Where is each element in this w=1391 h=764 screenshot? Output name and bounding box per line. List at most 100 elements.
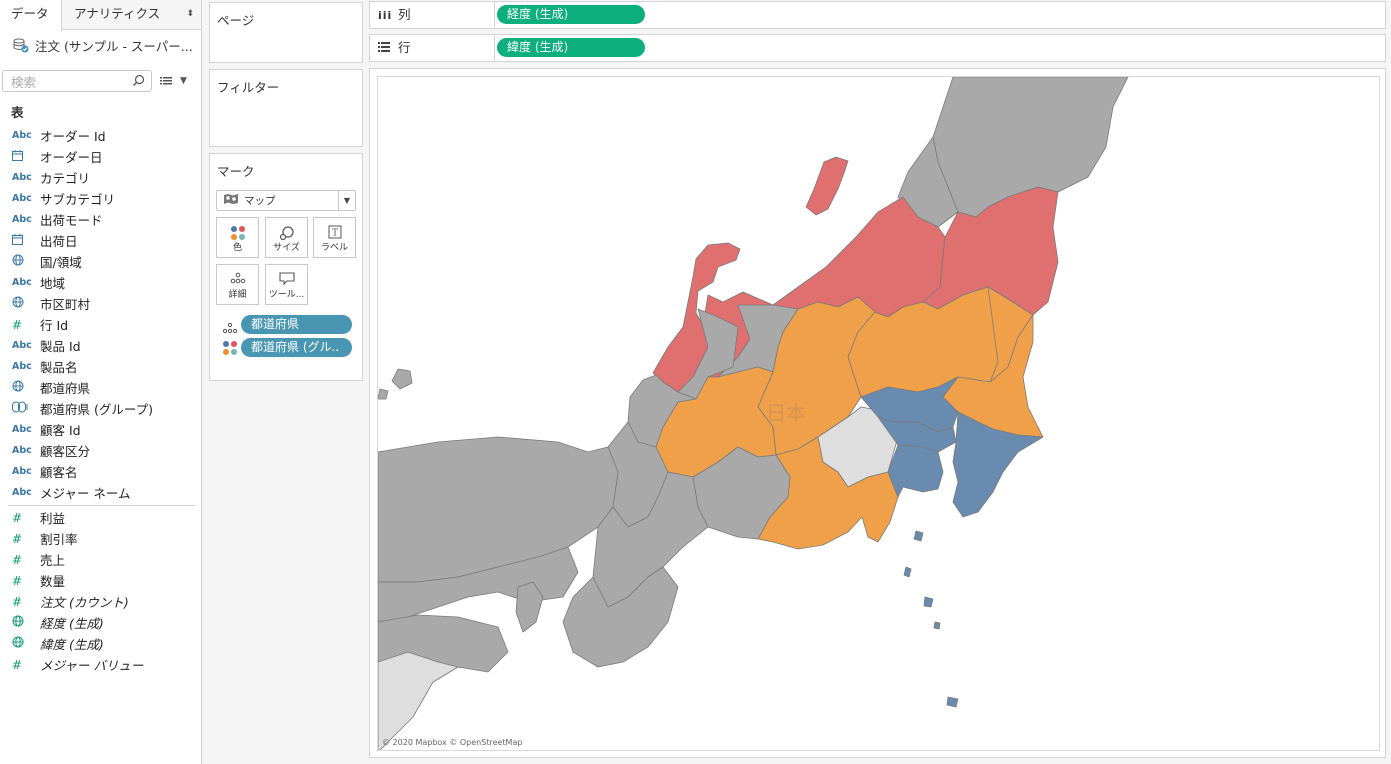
- datasource-name: 注文 (サンプル - スーパー...: [35, 38, 193, 54]
- detail-pill-prefecture[interactable]: 都道府県: [241, 315, 352, 334]
- tab-analytics-label: アナリティクス: [74, 6, 161, 21]
- updown-icon[interactable]: ⬍: [186, 0, 194, 28]
- string-type-icon: Abc: [12, 466, 32, 477]
- chevron-down-icon: ▼: [338, 191, 355, 210]
- string-type-icon: Abc: [12, 130, 32, 141]
- field-item[interactable]: # 注文 (カウント): [0, 591, 201, 612]
- field-item[interactable]: Abc カテゴリ: [0, 167, 201, 188]
- number-type-icon: #: [12, 552, 23, 567]
- field-item[interactable]: 緯度 (生成): [0, 633, 201, 654]
- tab-data[interactable]: データ: [0, 0, 62, 31]
- field-item[interactable]: Abc 出荷モード: [0, 209, 201, 230]
- string-type-icon: Abc: [12, 214, 32, 225]
- number-type-icon: #: [12, 531, 23, 546]
- viz-frame: 日本 © 2020 Mapbox © OpenStreetMap: [369, 68, 1386, 758]
- size-button[interactable]: サイズ: [265, 217, 308, 258]
- field-item[interactable]: # メジャー バリュー: [0, 654, 201, 675]
- field-name: 利益: [40, 511, 66, 526]
- number-type-icon: #: [12, 657, 23, 672]
- string-type-icon: Abc: [12, 277, 32, 288]
- field-name: 注文 (カウント): [40, 595, 129, 610]
- region-shikoku-light: [378, 651, 459, 750]
- label-button[interactable]: T ラベル: [313, 217, 356, 258]
- field-item[interactable]: Abc 顧客区分: [0, 440, 201, 461]
- field-item[interactable]: Abc 製品名: [0, 356, 201, 377]
- field-item[interactable]: # 数量: [0, 570, 201, 591]
- field-item[interactable]: # 割引率: [0, 528, 201, 549]
- field-item[interactable]: # 売上: [0, 549, 201, 570]
- string-type-icon: Abc: [12, 361, 32, 372]
- field-item[interactable]: # 行 Id: [0, 314, 201, 335]
- field-item[interactable]: 経度 (生成): [0, 612, 201, 633]
- rows-shelf[interactable]: 行 緯度 (生成): [369, 34, 1386, 62]
- filters-card[interactable]: フィルター: [209, 69, 363, 147]
- field-item[interactable]: # 利益: [0, 507, 201, 528]
- color-button[interactable]: 色: [216, 217, 259, 258]
- globe-icon: [12, 254, 34, 269]
- field-name: 顧客区分: [40, 444, 91, 459]
- string-type-icon: Abc: [12, 424, 32, 435]
- field-item[interactable]: Abc 地域: [0, 272, 201, 293]
- tooltip-button[interactable]: ツール...: [265, 264, 308, 305]
- search-row: 検索 ▼: [0, 70, 201, 92]
- filters-title: フィルター: [217, 80, 280, 95]
- field-item[interactable]: 都道府県: [0, 377, 201, 398]
- list-view-icon[interactable]: [158, 73, 174, 89]
- detail-icon: [222, 322, 238, 337]
- map-view[interactable]: 日本 © 2020 Mapbox © OpenStreetMap: [377, 76, 1380, 751]
- field-name: メジャー ネーム: [40, 486, 131, 501]
- calendar-icon: [12, 233, 34, 248]
- columns-shelf[interactable]: iii 列 経度 (生成): [369, 1, 1386, 29]
- tab-analytics[interactable]: アナリティクス ⬍: [62, 0, 201, 30]
- chevron-down-icon[interactable]: ▼: [180, 76, 187, 86]
- field-name: オーダー日: [40, 150, 103, 165]
- detail-button[interactable]: 詳細: [216, 264, 259, 305]
- measures-divider: [8, 505, 195, 506]
- field-item[interactable]: Abc 製品 Id: [0, 335, 201, 356]
- globe-icon: [12, 296, 34, 311]
- field-item[interactable]: Abc オーダー Id: [0, 125, 201, 146]
- field-item[interactable]: オーダー日: [0, 146, 201, 167]
- field-item[interactable]: 国/領域: [0, 251, 201, 272]
- field-item[interactable]: Abc サブカテゴリ: [0, 188, 201, 209]
- search-placeholder: 検索: [11, 74, 37, 90]
- field-item[interactable]: Abc 顧客 Id: [0, 419, 201, 440]
- field-item[interactable]: Abc メジャー ネーム: [0, 482, 201, 503]
- tooltip-icon: [278, 272, 295, 289]
- columns-label: 列: [397, 7, 411, 22]
- field-item[interactable]: 都道府県 (グループ): [0, 398, 201, 419]
- field-item[interactable]: Abc 顧客名: [0, 461, 201, 482]
- color-icon: [230, 225, 246, 244]
- field-item[interactable]: 市区町村: [0, 293, 201, 314]
- field-item[interactable]: 出荷日: [0, 230, 201, 251]
- island-izu-3: [923, 596, 934, 608]
- map-canvas[interactable]: [378, 77, 1380, 751]
- globe-icon: [12, 636, 34, 651]
- rows-pill-latitude[interactable]: 緯度 (生成): [497, 38, 645, 57]
- region-red-sado: [805, 156, 849, 216]
- string-type-icon: Abc: [12, 193, 32, 204]
- columns-icon: iii: [378, 9, 393, 22]
- field-name: カテゴリ: [40, 171, 91, 186]
- map-attribution[interactable]: © 2020 Mapbox © OpenStreetMap: [382, 738, 522, 747]
- number-type-icon: #: [12, 510, 23, 525]
- island-izu-2: [903, 566, 912, 578]
- tables-header: 表: [11, 105, 24, 120]
- pages-card[interactable]: ページ: [209, 2, 363, 63]
- detail-label: 詳細: [228, 290, 247, 300]
- mark-type-dropdown[interactable]: マップ ▼: [216, 190, 356, 211]
- number-type-icon: #: [12, 594, 23, 609]
- field-name: サブカテゴリ: [40, 192, 116, 207]
- search-input[interactable]: 検索: [2, 70, 152, 92]
- island-izu-4: [933, 621, 941, 630]
- island-izu-1: [913, 530, 924, 542]
- text-label-icon: T: [328, 225, 342, 242]
- datasource-item[interactable]: 注文 (サンプル - スーパー...: [0, 30, 201, 60]
- color-pill-prefecture-group[interactable]: 都道府県 (グル..: [241, 338, 352, 357]
- marks-title: マーク: [217, 164, 255, 179]
- size-icon: [279, 225, 295, 244]
- calendar-icon: [12, 149, 34, 164]
- field-name: 地域: [40, 276, 66, 291]
- field-name: 市区町村: [40, 297, 91, 312]
- columns-pill-longitude[interactable]: 経度 (生成): [497, 5, 645, 24]
